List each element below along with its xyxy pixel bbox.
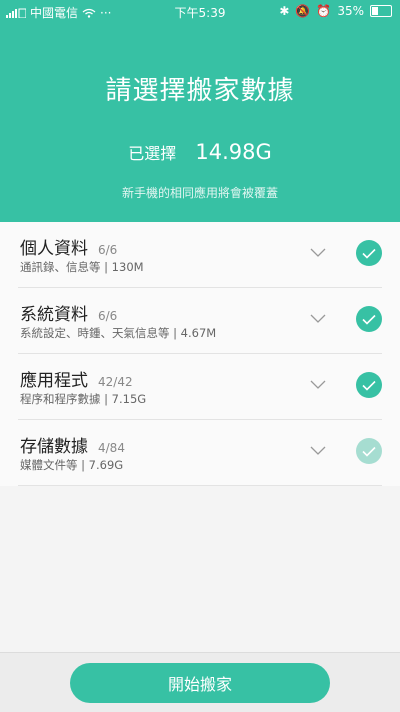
alarm-icon: ⏰ [316, 4, 332, 18]
list-item-applications[interactable]: 應用程式 42/42 程序和程序數據 | 7.15G [18, 354, 382, 420]
item-name: 個人資料 [20, 239, 88, 259]
chevron-down-icon[interactable] [310, 246, 326, 258]
item-name: 系統資料 [20, 305, 88, 325]
list-item-system-data[interactable]: 系統資料 6/6 系統設定、時鍾、天氣信息等 | 4.67M [18, 288, 382, 354]
checkbox-checked[interactable] [356, 306, 382, 332]
chevron-down-icon[interactable] [310, 312, 326, 324]
check-icon [362, 314, 376, 325]
checkbox-checked[interactable] [356, 372, 382, 398]
status-bar: 中國電信 ··· 下午5:39 ✱ 🔕 ⏰ 35% [0, 0, 400, 22]
mute-icon: 🔕 [295, 4, 311, 18]
battery-percent: 35% [337, 4, 364, 18]
check-icon [362, 446, 376, 457]
selected-size: 14.98G [195, 140, 272, 164]
chevron-down-icon[interactable] [310, 378, 326, 390]
checkbox-checked[interactable] [356, 240, 382, 266]
item-detail: 通訊錄、信息等 | 130M [20, 260, 144, 274]
header: 中國電信 ··· 下午5:39 ✱ 🔕 ⏰ 35% 請選擇搬家數據 已選擇 14… [0, 0, 400, 222]
item-name: 應用程式 [20, 371, 88, 391]
overwrite-notice: 新手機的相同應用將會被覆蓋 [121, 186, 278, 200]
selected-label: 已選擇 [128, 144, 177, 163]
item-count: 6/6 [98, 243, 118, 257]
battery-fill [372, 7, 378, 15]
list-item-storage-data[interactable]: 存儲數據 4/84 媒體文件等 | 7.69G [18, 420, 382, 486]
item-count: 42/42 [98, 375, 133, 389]
status-right: ✱ 🔕 ⏰ 35% [279, 4, 392, 18]
battery-icon [370, 5, 392, 17]
list-item-personal-data[interactable]: 個人資料 6/6 通訊錄、信息等 | 130M [18, 222, 382, 288]
start-migration-button[interactable]: 開始搬家 [70, 663, 330, 703]
check-icon [362, 380, 376, 391]
item-detail: 程序和程序數據 | 7.15G [20, 392, 147, 406]
bottom-bar: 開始搬家 [0, 652, 400, 712]
item-count: 6/6 [98, 309, 118, 323]
item-detail: 媒體文件等 | 7.69G [20, 458, 124, 472]
item-detail: 系統設定、時鍾、天氣信息等 | 4.67M [20, 326, 217, 340]
selected-summary: 已選擇 14.98G [0, 140, 400, 164]
chevron-down-icon[interactable] [310, 444, 326, 456]
checkbox-partial[interactable] [356, 438, 382, 464]
category-list: 個人資料 6/6 通訊錄、信息等 | 130M 系統資料 6/6 系統設定、時鍾、天… [0, 222, 400, 486]
bluetooth-icon: ✱ [279, 4, 290, 18]
page-title: 請選擇搬家數據 [105, 76, 295, 106]
item-name: 存儲數據 [20, 437, 88, 457]
item-count: 4/84 [98, 441, 125, 455]
check-icon [362, 248, 376, 259]
